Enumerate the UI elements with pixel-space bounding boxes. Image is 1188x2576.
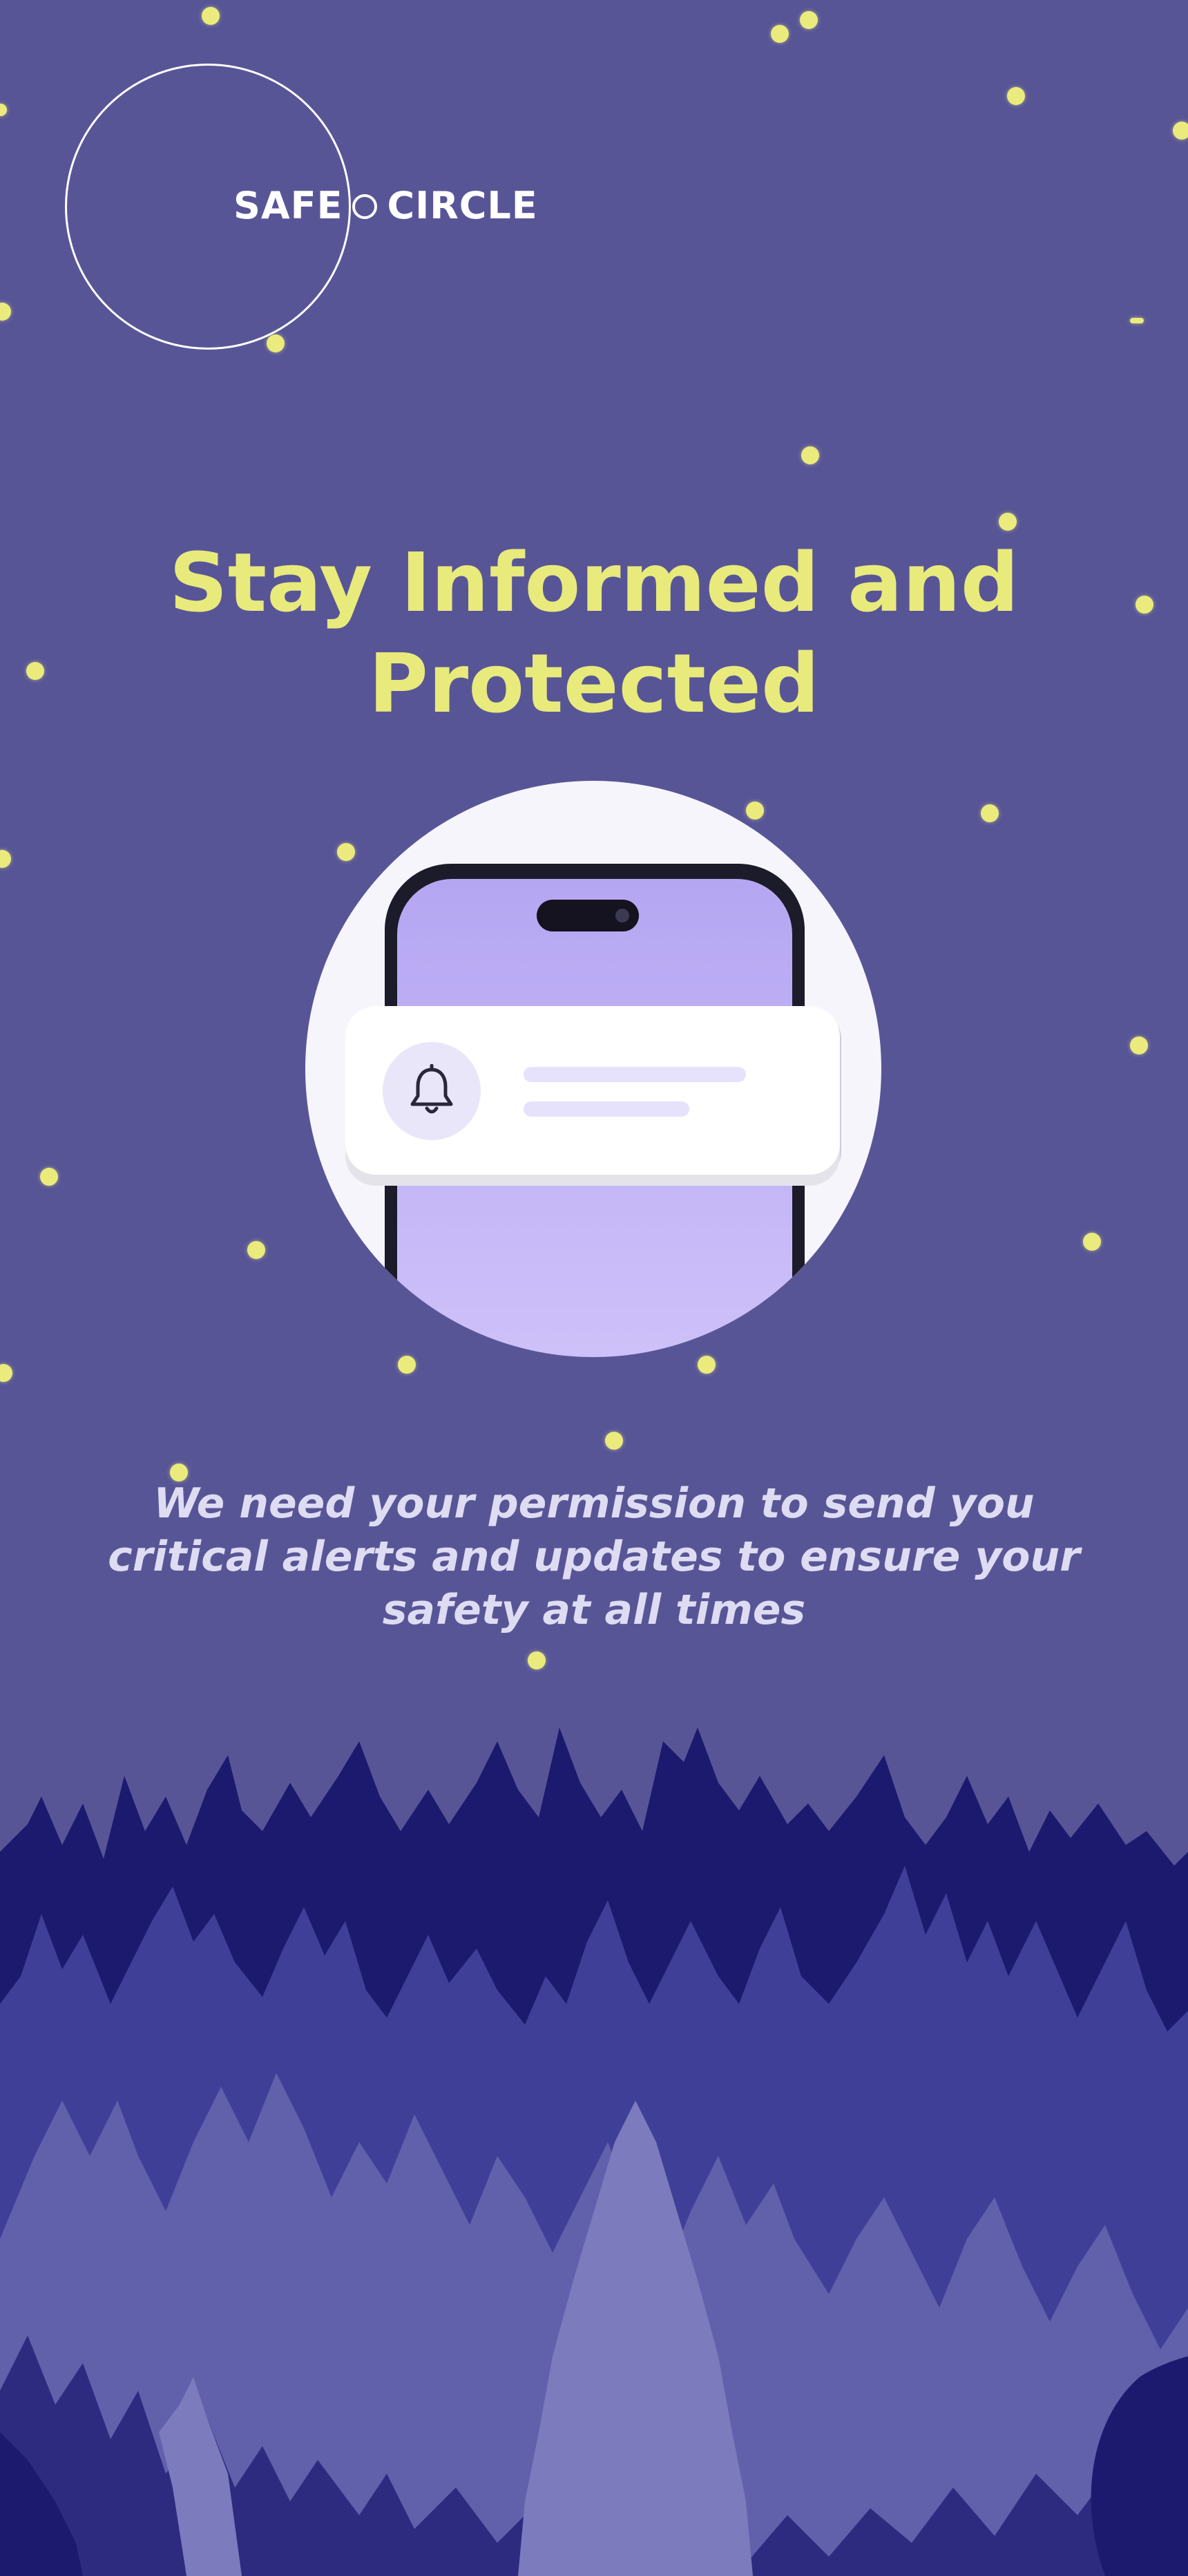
notification-placeholder-line [524,1101,689,1117]
star [981,804,999,822]
logo-wordmark: SAFE CIRCLE [233,181,538,229]
star [771,25,789,43]
star [1130,318,1144,323]
star [0,104,7,116]
star [398,1356,416,1374]
star [202,7,220,25]
notification-card [345,1006,840,1175]
star [999,513,1017,531]
permission-message: We need your permission to send you crit… [108,1479,1080,1634]
star [698,1356,716,1374]
title-line-2: Protected [368,636,820,731]
star [528,1651,546,1669]
bell-badge [383,1042,481,1140]
page-title: Stay Informed and Protected [0,532,1188,734]
forest-illustration [0,1727,1188,2576]
bell-icon [410,1064,453,1114]
star [1007,87,1025,105]
star [40,1168,58,1186]
star [1130,1036,1148,1054]
star [800,11,818,29]
star [605,1432,623,1450]
star [247,1241,265,1259]
star [801,446,819,464]
star [1173,122,1188,140]
star [337,843,355,861]
star [1083,1233,1101,1251]
logo-text-safe: SAFE [233,183,343,227]
logo-text-circle: CIRCLE [387,183,538,227]
star [0,303,11,321]
logo-circle-icon [352,194,378,219]
onboarding-screen: SAFE CIRCLE Stay Informed and Protected [0,0,1188,2576]
notification-illustration [305,781,881,1357]
star [0,850,11,868]
star [746,802,764,820]
notification-placeholder-line [524,1067,746,1082]
star [0,1364,12,1382]
star [267,334,285,352]
title-line-1: Stay Informed and [169,535,1019,630]
phone-notch [537,900,639,931]
camera-icon [615,909,629,922]
